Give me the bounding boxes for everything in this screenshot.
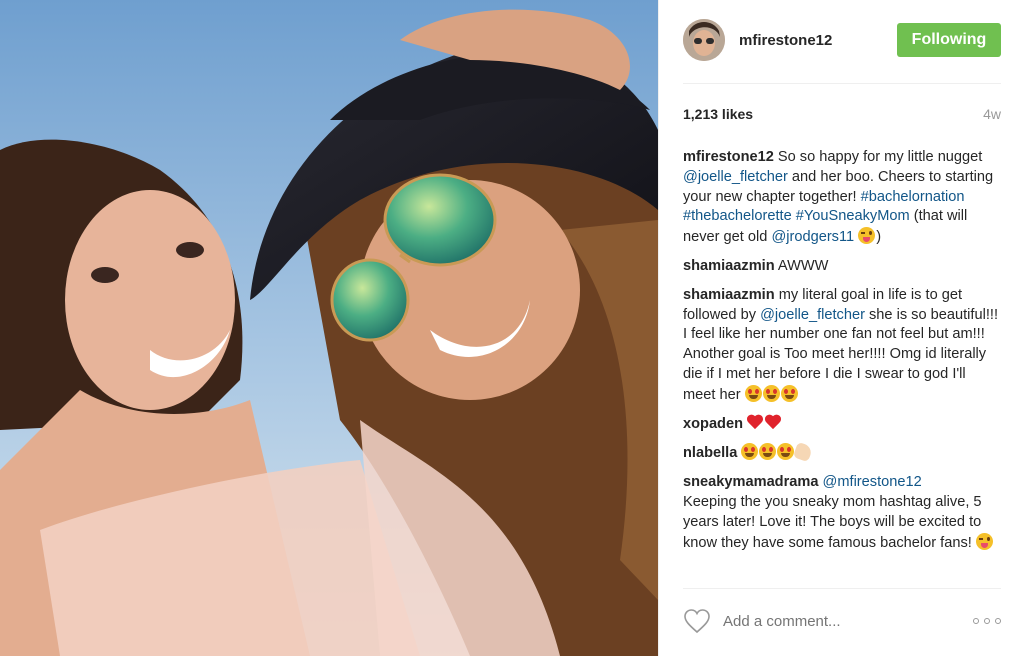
caption-text: ): [876, 229, 882, 246]
avatar-image: [683, 19, 725, 61]
hashtag-link[interactable]: #YouSneakyMom: [796, 208, 910, 224]
comment-bar: [683, 604, 1001, 638]
heart-eyes-emoji-icon: [741, 443, 759, 461]
comment-username[interactable]: nlabella: [683, 445, 737, 461]
comments-list: mfirestone12 So so happy for my little n…: [683, 148, 1001, 562]
header-divider: [683, 83, 1001, 84]
heart-eyes-emoji-icon: [777, 443, 795, 461]
heart-eyes-emoji-icon: [780, 384, 798, 402]
heart-eyes-emoji-icon: [759, 443, 777, 461]
comment-mention[interactable]: @mfirestone12: [818, 474, 922, 490]
following-button[interactable]: Following: [897, 23, 1001, 57]
winking-tongue-emoji-icon: [975, 532, 993, 550]
comment-input[interactable]: [723, 612, 973, 630]
post-username[interactable]: mfirestone12: [739, 32, 832, 49]
caption-mention[interactable]: @joelle_fletcher: [683, 169, 788, 185]
post-details-panel: mfirestone12 Following 1,213 likes 4w mf…: [658, 0, 1024, 656]
comment: shamiaazmin my literal goal in life is t…: [683, 286, 1001, 406]
comments-divider: [683, 588, 1001, 589]
comment-username[interactable]: shamiaazmin: [683, 258, 775, 274]
winking-tongue-emoji-icon: [858, 227, 876, 245]
post-photo[interactable]: [0, 0, 658, 656]
avatar[interactable]: [683, 19, 725, 61]
post-header: mfirestone12 Following: [683, 18, 1001, 62]
caption-username[interactable]: mfirestone12: [683, 149, 774, 165]
instagram-post: mfirestone12 Following 1,213 likes 4w mf…: [0, 0, 1024, 656]
comment: xopaden: [683, 415, 1001, 435]
hashtag-link[interactable]: #thebachelorette: [683, 208, 792, 224]
red-heart-emoji-icon: [765, 415, 782, 430]
clapping-hands-emoji-icon: [793, 442, 814, 463]
more-options-icon[interactable]: [973, 611, 1001, 631]
comment-username[interactable]: shamiaazmin: [683, 287, 775, 303]
caption-mention[interactable]: @jrodgers11: [771, 229, 854, 245]
post-age[interactable]: 4w: [983, 106, 1001, 122]
comment-text: Keeping the you sneaky mom hashtag alive…: [683, 493, 982, 551]
comment-mention[interactable]: @joelle_fletcher: [760, 307, 865, 323]
comment-text: AWWW: [774, 257, 829, 274]
hashtag-link[interactable]: #bachelornation: [861, 189, 965, 205]
caption: mfirestone12 So so happy for my little n…: [683, 148, 1001, 248]
comment: shamiaazmin AWWW: [683, 257, 1001, 277]
comment: sneakymamadrama @mfirestone12 Keeping the…: [683, 473, 1001, 553]
heart-eyes-emoji-icon: [762, 384, 780, 402]
caption-text: So so happy for my little nugget: [773, 149, 983, 165]
heart-outline-icon[interactable]: [683, 608, 711, 634]
heart-eyes-emoji-icon: [744, 384, 762, 402]
comment-username[interactable]: xopaden: [683, 416, 743, 432]
red-heart-emoji-icon: [747, 415, 764, 430]
likes-count[interactable]: 1,213 likes: [683, 106, 753, 122]
likes-row: 1,213 likes 4w: [683, 106, 1001, 122]
photo-illustration: [0, 0, 658, 656]
comment-username[interactable]: sneakymamadrama: [683, 474, 818, 490]
comment: nlabella: [683, 442, 1001, 464]
